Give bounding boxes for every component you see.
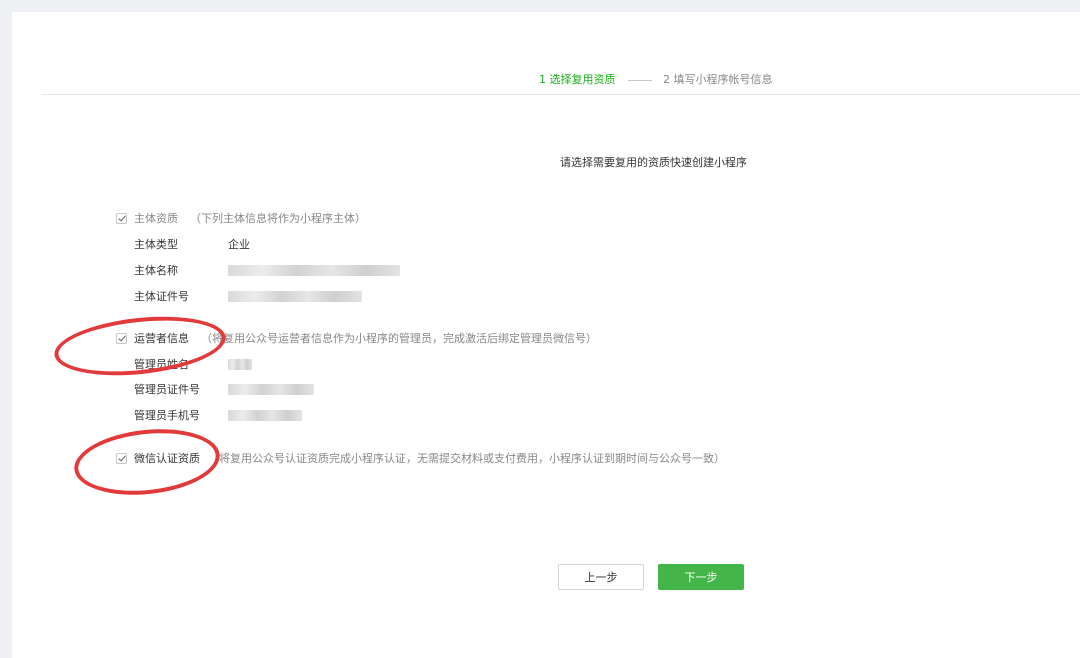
- operator-note: （将复用公众号运营者信息作为小程序的管理员，完成激活后绑定管理员微信号）: [201, 332, 597, 345]
- admin-id-redacted: [228, 383, 314, 395]
- wechat-cert-note: （将复用公众号认证资质完成小程序认证，无需提交材料或支付费用，小程序认证到期时间…: [208, 452, 725, 465]
- subject-section: 主体资质 （下列主体信息将作为小程序主体）: [116, 208, 366, 228]
- subject-title: 主体资质: [134, 212, 178, 225]
- step-1-label: 1 选择复用资质: [539, 73, 616, 86]
- admin-name-redacted: [228, 358, 252, 370]
- subject-name-label: 主体名称: [134, 264, 178, 277]
- step-separator: [628, 80, 652, 81]
- step-indicator: 1 选择复用资质 2 填写小程序帐号信息: [12, 68, 1080, 92]
- header-divider: [42, 94, 1080, 95]
- admin-phone-row: 管理员手机号: [134, 405, 302, 425]
- main-panel: 1 选择复用资质 2 填写小程序帐号信息 请选择需要复用的资质快速创建小程序 主…: [12, 12, 1080, 658]
- annotation-circle-wechat-cert: [71, 422, 223, 502]
- subject-name-row: 主体名称: [134, 260, 400, 280]
- subject-id-row: 主体证件号: [134, 286, 362, 306]
- subject-type-value: 企业: [228, 238, 250, 251]
- subject-id-label: 主体证件号: [134, 290, 189, 303]
- subject-type-label: 主体类型: [134, 238, 178, 251]
- step-2-label: 2 填写小程序帐号信息: [663, 73, 773, 86]
- subject-note: （下列主体信息将作为小程序主体）: [190, 212, 366, 225]
- admin-id-label: 管理员证件号: [134, 383, 200, 396]
- subject-id-redacted: [228, 290, 362, 302]
- page-prompt: 请选择需要复用的资质快速创建小程序: [560, 156, 747, 169]
- admin-id-row: 管理员证件号: [134, 379, 314, 399]
- subject-type-row: 主体类型 企业: [134, 234, 250, 254]
- prev-step-button[interactable]: 上一步: [558, 564, 644, 590]
- next-step-button[interactable]: 下一步: [658, 564, 744, 590]
- admin-phone-redacted: [228, 409, 302, 421]
- subject-name-redacted: [228, 264, 400, 276]
- admin-phone-label: 管理员手机号: [134, 409, 200, 422]
- subject-checkbox[interactable]: [116, 212, 127, 224]
